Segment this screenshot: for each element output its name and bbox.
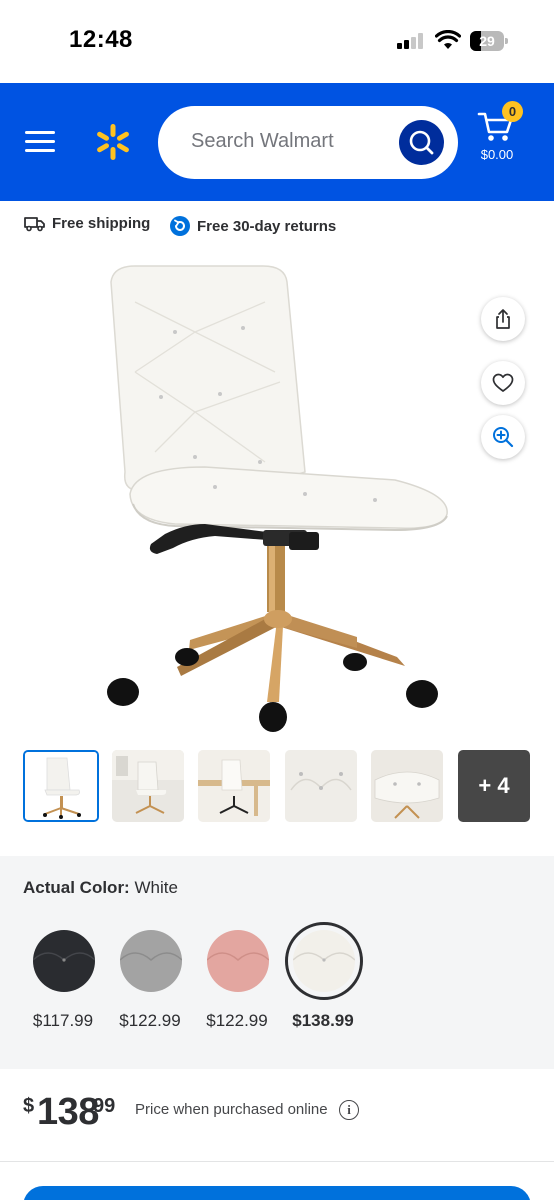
wifi-icon [435, 30, 461, 49]
price-note: Price when purchased online [135, 1101, 328, 1118]
add-to-cart-button[interactable] [23, 1186, 531, 1200]
share-icon [496, 309, 510, 329]
battery-level: 29 [479, 33, 495, 49]
thumbnail-image [112, 750, 184, 822]
swatch-price-pink: $122.99 [206, 1011, 268, 1030]
zoom-in-icon [493, 427, 514, 448]
swatch-price-black: $117.99 [32, 1011, 94, 1030]
swatch-white[interactable] [285, 922, 363, 1000]
price-dollars: 138 [37, 1091, 99, 1133]
thumbnail-4[interactable] [285, 750, 357, 822]
perks-bar: Free shipping Free 30-day returns [0, 201, 554, 247]
price-currency: $ [23, 1095, 35, 1117]
variant-selector: Actual Color: White $117.99 $122.99 $122… [0, 856, 554, 1069]
actual-color-row: Actual Color: White [23, 878, 178, 898]
free-returns-perk[interactable]: Free 30-day returns [169, 215, 336, 237]
hamburger-menu-icon[interactable] [25, 131, 55, 153]
search-input[interactable] [191, 130, 391, 153]
info-icon[interactable]: i [339, 1100, 359, 1120]
thumbnail-image [25, 752, 97, 820]
free-shipping-label: Free shipping [52, 215, 151, 232]
swatch-gray[interactable] [118, 928, 184, 994]
actual-color-label: Actual Color: [23, 878, 130, 897]
more-images-button[interactable]: + 4 [458, 750, 530, 822]
swatch-pink[interactable] [205, 928, 271, 994]
thumbnail-image [371, 750, 443, 822]
swatch-price-gray: $122.99 [119, 1011, 181, 1030]
cellular-signal-icon [397, 33, 425, 49]
cart-button[interactable]: 0 $0.00 [474, 101, 524, 167]
swatch-price-white: $138.99 [292, 1011, 354, 1030]
share-button[interactable] [481, 297, 525, 341]
status-bar: 12:48 29 [0, 0, 554, 83]
status-time: 12:48 [69, 26, 133, 53]
swatch-black[interactable] [31, 928, 97, 994]
price-row: $ 138 99 Price when purchased online i [0, 1069, 554, 1162]
thumbnail-1[interactable] [23, 750, 99, 822]
thumbnail-2[interactable] [112, 750, 184, 822]
thumbnail-image [198, 750, 270, 822]
returns-icon [170, 216, 190, 236]
search-button[interactable] [399, 120, 444, 165]
thumbnail-5[interactable] [371, 750, 443, 822]
heart-icon [492, 373, 514, 392]
free-returns-label: Free 30-day returns [197, 217, 337, 235]
truck-icon [24, 216, 45, 231]
zoom-button[interactable] [481, 415, 525, 459]
header: 0 $0.00 [0, 83, 554, 201]
thumbnail-3[interactable] [198, 750, 270, 822]
favorite-button[interactable] [481, 361, 525, 405]
cart-count-badge: 0 [502, 101, 523, 122]
magnifier-icon [409, 130, 434, 155]
walmart-spark-logo[interactable] [94, 123, 132, 161]
cart-total: $0.00 [480, 147, 514, 162]
more-images-label: + 4 [478, 773, 510, 798]
price-cents: 99 [93, 1095, 116, 1117]
thumbnail-image [285, 750, 357, 822]
product-image[interactable] [95, 262, 465, 737]
search-bar[interactable] [158, 106, 458, 179]
free-shipping-perk[interactable]: Free shipping [24, 215, 150, 232]
thumbnail-strip: + 4 [0, 750, 554, 822]
actual-color-value: White [134, 878, 178, 897]
battery-icon: 29 [470, 31, 508, 51]
